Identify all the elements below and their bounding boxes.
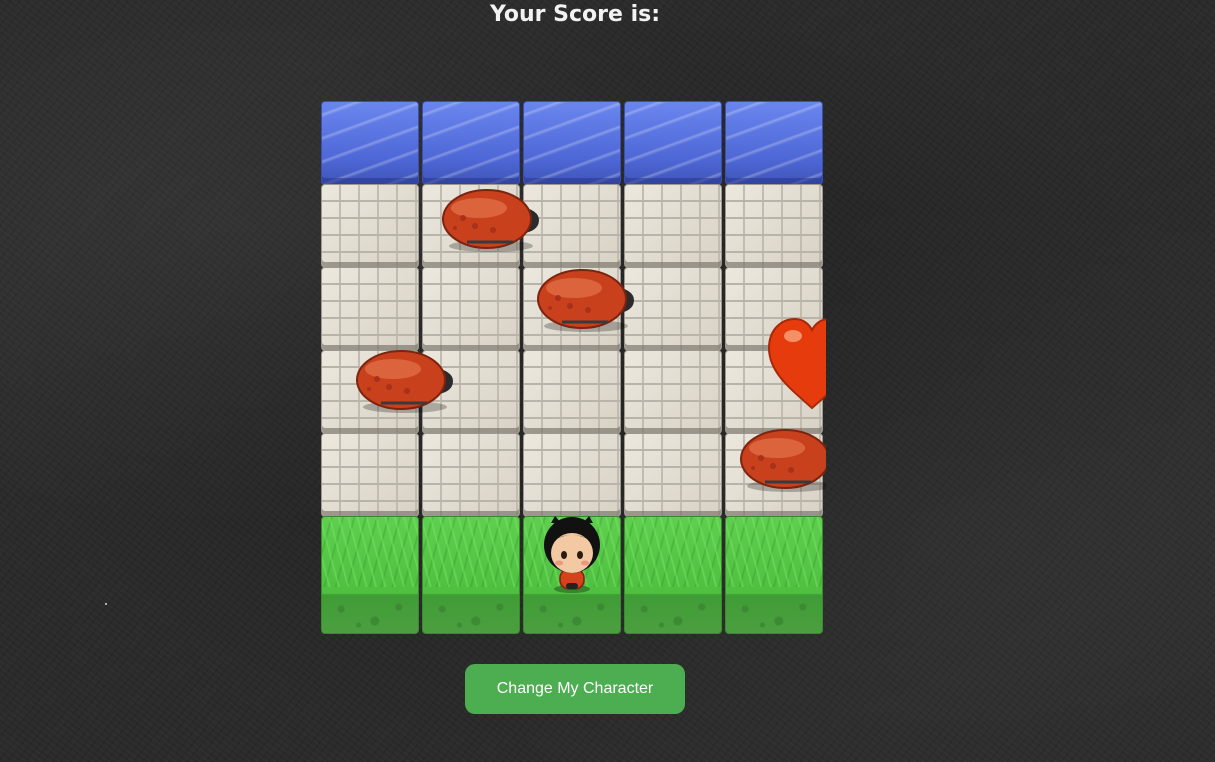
ladybug-enemy xyxy=(442,189,539,252)
heart-icon-clip xyxy=(767,316,826,411)
stone-tile xyxy=(523,433,621,517)
ladybug-enemy xyxy=(356,350,453,413)
stone-tile xyxy=(624,350,722,434)
stone-tile xyxy=(624,184,722,268)
ladybug-enemy xyxy=(740,429,826,492)
score-title: Your Score is: xyxy=(489,2,661,27)
water-tile xyxy=(422,101,520,185)
stone-tile xyxy=(523,350,621,434)
grass-tile xyxy=(624,516,722,634)
grass-tile xyxy=(321,516,419,634)
stone-tile xyxy=(321,184,419,268)
heart-icon[interactable] xyxy=(767,316,826,411)
water-tile xyxy=(624,101,722,185)
stone-tile xyxy=(422,267,520,351)
water-tile xyxy=(321,101,419,185)
background-speck xyxy=(105,603,107,605)
change-character-button[interactable]: Change My Character xyxy=(465,664,685,714)
water-tile xyxy=(523,101,621,185)
game-board xyxy=(321,101,826,636)
stone-tile xyxy=(422,433,520,517)
stone-tile xyxy=(321,433,419,517)
stone-tile xyxy=(624,433,722,517)
grass-tile xyxy=(422,516,520,634)
player-character[interactable] xyxy=(533,509,611,594)
water-tile xyxy=(725,101,823,185)
ladybug-enemy-clip xyxy=(739,426,826,494)
grass-tile xyxy=(725,516,823,634)
ladybug-enemy xyxy=(537,269,634,332)
stone-tile xyxy=(321,267,419,351)
stone-tile xyxy=(725,184,823,268)
stone-tile xyxy=(624,267,722,351)
